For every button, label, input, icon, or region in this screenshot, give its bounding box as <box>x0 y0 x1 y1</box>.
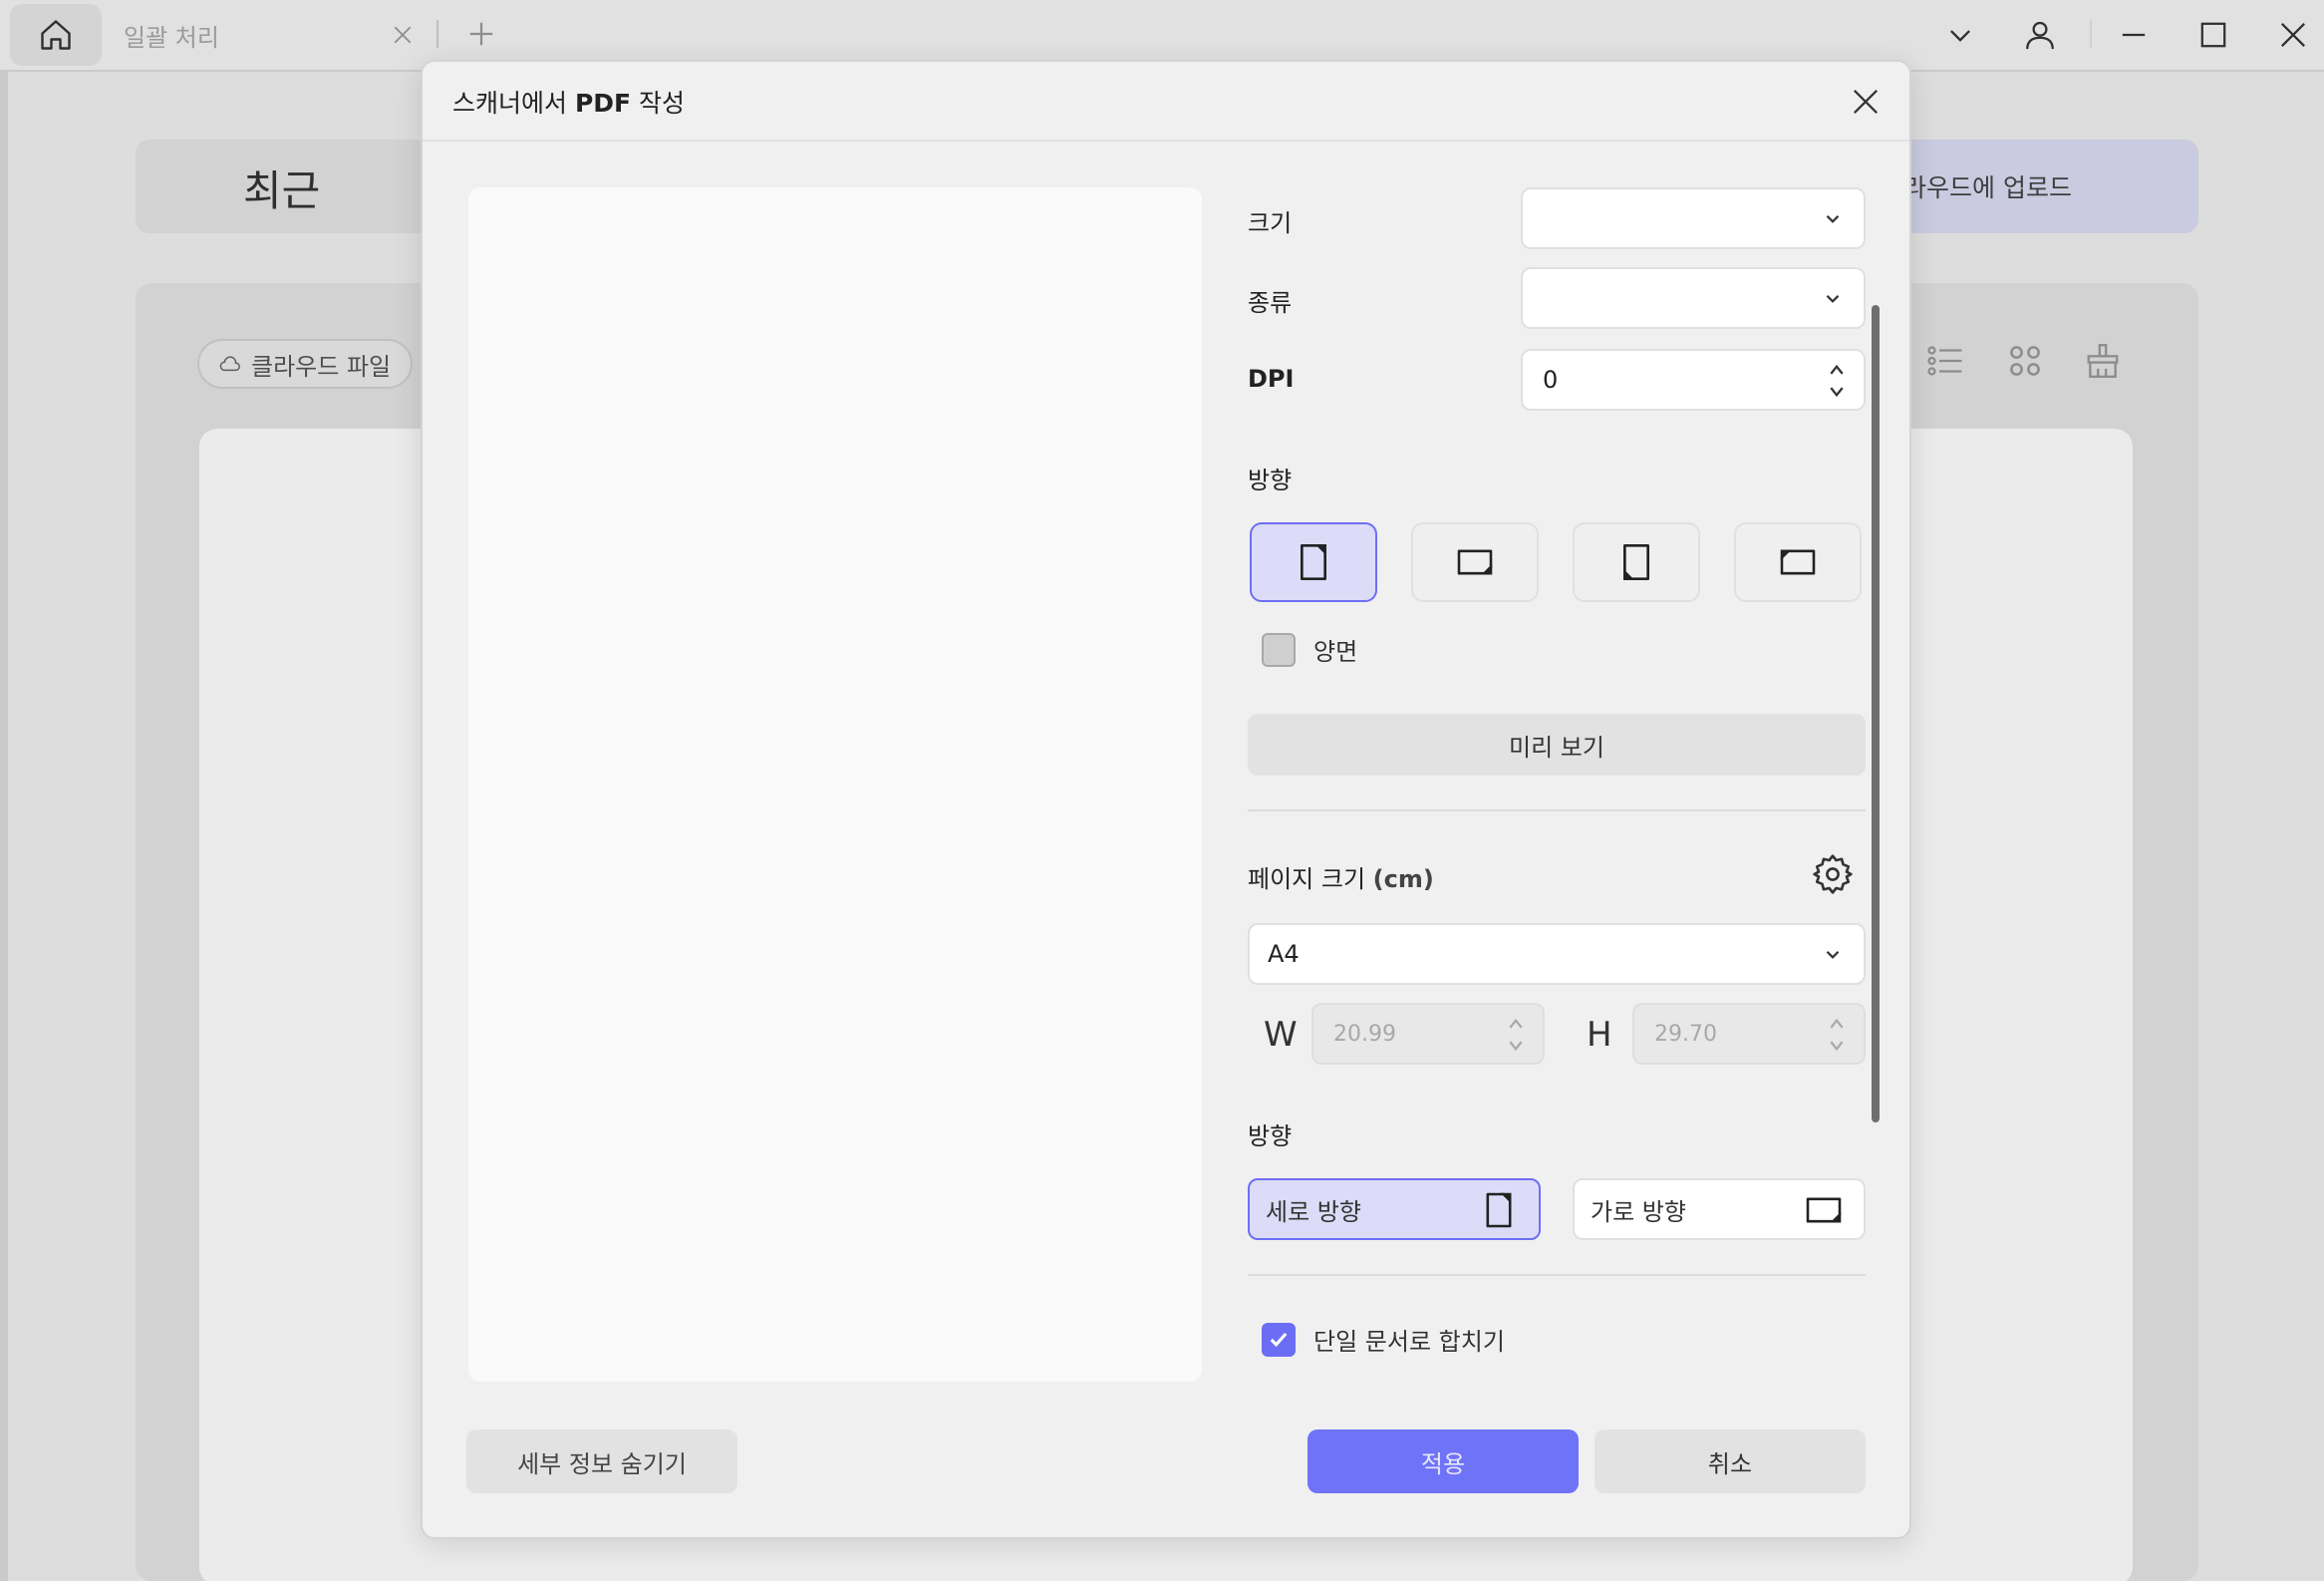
dpi-label: DPI <box>1248 365 1295 393</box>
width-letter: W <box>1264 1015 1298 1055</box>
spinner-icon <box>1509 1018 1523 1052</box>
width-input[interactable]: 20.99 <box>1311 1003 1545 1065</box>
gear-icon[interactable] <box>1812 853 1854 895</box>
chevron-down-icon <box>1826 215 1840 223</box>
landscape-flipped-page-icon <box>1780 549 1816 575</box>
portrait-option-label: 세로 방향 <box>1266 1197 1361 1226</box>
dialog-header: 스캐너에서 PDF 작성 <box>423 62 1909 142</box>
duplex-checkbox[interactable] <box>1262 632 1296 667</box>
cancel-label: 취소 <box>1707 1449 1753 1478</box>
duplex-option[interactable]: 양면 <box>1262 632 1357 667</box>
checkmark-icon <box>1270 1332 1288 1347</box>
merge-label: 단일 문서로 합치기 <box>1313 1328 1505 1356</box>
height-input[interactable]: 29.70 <box>1632 1003 1866 1065</box>
section-divider <box>1248 809 1866 811</box>
landscape-page-icon <box>1804 1190 1844 1230</box>
size-label: 크기 <box>1248 209 1293 237</box>
chevron-down-icon <box>1826 295 1840 303</box>
hide-details-label: 세부 정보 숨기기 <box>517 1449 687 1478</box>
orientation-portrait-flipped-button[interactable] <box>1573 522 1700 602</box>
preview-button-label: 미리 보기 <box>1509 733 1604 762</box>
scan-orientation-label: 방향 <box>1248 467 1293 494</box>
type-label: 종류 <box>1248 289 1293 317</box>
cancel-button[interactable]: 취소 <box>1595 1429 1866 1493</box>
apply-label: 적용 <box>1420 1449 1466 1478</box>
landscape-option-label: 가로 방향 <box>1591 1197 1686 1226</box>
hide-details-button[interactable]: 세부 정보 숨기기 <box>466 1429 737 1493</box>
paper-size-value: A4 <box>1268 940 1300 968</box>
section-divider <box>1248 1274 1866 1276</box>
page-size-label: 페이지 크기 (cm) <box>1248 865 1434 893</box>
height-value: 29.70 <box>1654 1021 1717 1047</box>
dialog-close-icon[interactable] <box>1844 80 1888 124</box>
preview-button[interactable]: 미리 보기 <box>1248 714 1866 776</box>
type-select[interactable] <box>1521 267 1866 329</box>
chevron-down-icon <box>1826 951 1840 959</box>
apply-button[interactable]: 적용 <box>1307 1429 1579 1493</box>
scan-preview-pane <box>468 187 1202 1382</box>
portrait-flipped-page-icon <box>1623 544 1649 580</box>
merge-checkbox[interactable] <box>1262 1322 1296 1357</box>
page-orientation-label: 방향 <box>1248 1122 1293 1150</box>
portrait-page-icon <box>1301 544 1326 580</box>
size-select[interactable] <box>1521 187 1866 249</box>
paper-size-select[interactable]: A4 <box>1248 923 1866 985</box>
landscape-page-icon <box>1457 549 1493 575</box>
settings-scrollbar[interactable] <box>1872 305 1880 1122</box>
merge-option[interactable]: 단일 문서로 합치기 <box>1262 1322 1505 1357</box>
spinner-icon <box>1830 1018 1844 1052</box>
dialog-title: 스캐너에서 PDF 작성 <box>452 89 686 118</box>
dpi-value: 0 <box>1543 366 1559 394</box>
portrait-option-button[interactable]: 세로 방향 <box>1248 1178 1541 1240</box>
orientation-landscape-button[interactable] <box>1411 522 1539 602</box>
duplex-label: 양면 <box>1313 638 1358 666</box>
width-value: 20.99 <box>1333 1021 1396 1047</box>
orientation-landscape-flipped-button[interactable] <box>1734 522 1862 602</box>
orientation-portrait-button[interactable] <box>1250 522 1377 602</box>
landscape-option-button[interactable]: 가로 방향 <box>1573 1178 1866 1240</box>
portrait-page-icon <box>1479 1190 1519 1230</box>
height-letter: H <box>1587 1015 1612 1055</box>
spinner-icon[interactable] <box>1828 361 1846 401</box>
dpi-input[interactable]: 0 <box>1521 349 1866 411</box>
